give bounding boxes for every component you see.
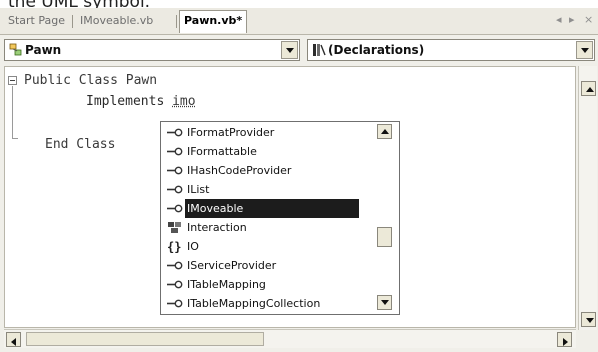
intellisense-popup[interactable]: IFormatProvider IFormattable IHashCodeProv… — [160, 121, 400, 315]
outline-guide-end — [12, 138, 18, 139]
tab-scroll-right-icon[interactable]: ▸ — [569, 13, 575, 26]
code-line-3: End Class — [45, 137, 116, 152]
code-line-1: Public Class Pawn — [24, 73, 158, 88]
method-name-value: (Declarations) — [328, 43, 425, 57]
typed-text: imo — [172, 94, 196, 109]
collapse-region-icon[interactable] — [8, 76, 17, 85]
completion-item[interactable]: IFormatProvider — [161, 123, 369, 142]
editor-vertical-scrollbar[interactable] — [578, 66, 597, 330]
interface-icon — [167, 164, 183, 177]
method-name-combobox[interactable]: (Declarations) — [307, 39, 595, 61]
completion-item-label: Interaction — [187, 221, 247, 234]
close-document-icon[interactable]: × — [584, 13, 593, 26]
tab-separator — [72, 15, 73, 28]
completion-item-label: IFormattable — [187, 145, 257, 158]
scroll-left-button[interactable] — [6, 332, 21, 347]
completion-item[interactable]: IServiceProvider — [161, 256, 369, 275]
code-line-2: Implements imo — [86, 94, 196, 110]
completion-item-label: IHashCodeProvider — [187, 164, 292, 177]
chevron-down-icon[interactable] — [281, 41, 298, 59]
scroll-down-button[interactable] — [581, 312, 596, 327]
interface-icon — [167, 183, 183, 196]
tab-scroll-left-icon[interactable]: ◂ — [556, 13, 562, 26]
completion-item[interactable]: ITableMapping — [161, 275, 369, 294]
scroll-down-button[interactable] — [377, 295, 392, 310]
completion-item-label: IMoveable — [185, 199, 359, 218]
ide-window: Start Page IMoveable.vb Pawn.vb* ◂ ▸ × P… — [0, 8, 598, 352]
interface-icon — [167, 278, 183, 291]
completion-item-label: IServiceProvider — [187, 259, 277, 272]
completion-item[interactable]: {} IO — [161, 237, 369, 256]
completion-item-label: ITableMappingCollection — [187, 297, 321, 310]
editor-horizontal-scrollbar[interactable] — [4, 329, 576, 348]
namespace-icon: {} — [167, 240, 183, 254]
declarations-icon — [313, 44, 326, 56]
scroll-thumb[interactable] — [377, 227, 392, 247]
chevron-down-icon[interactable] — [576, 41, 593, 59]
class-name-combobox[interactable]: Pawn — [4, 39, 300, 61]
completion-item[interactable]: IMoveable — [161, 199, 369, 218]
interface-icon — [167, 259, 183, 272]
tab-separator — [176, 15, 177, 28]
class-name-value: Pawn — [25, 43, 62, 57]
svg-text:{}: {} — [167, 240, 181, 253]
completion-list[interactable]: IFormatProvider IFormattable IHashCodeProv… — [161, 123, 369, 313]
interface-icon — [167, 126, 183, 139]
tab-pawn-vb[interactable]: Pawn.vb* — [179, 10, 248, 33]
interface-icon — [167, 202, 183, 215]
completion-item-label: IFormatProvider — [187, 126, 275, 139]
completion-item[interactable]: IList — [161, 180, 369, 199]
completion-item-label: IO — [187, 240, 199, 253]
completion-item[interactable]: IFormattable — [161, 142, 369, 161]
completion-item-label: ITableMapping — [187, 278, 266, 291]
outline-guide — [12, 86, 13, 138]
interface-icon — [167, 297, 183, 310]
completion-item[interactable]: ITableMappingCollection — [161, 294, 369, 313]
document-tab-strip: Start Page IMoveable.vb Pawn.vb* ◂ ▸ × — [0, 8, 598, 35]
class-icon — [9, 43, 22, 56]
scroll-right-button[interactable] — [557, 332, 572, 347]
horizontal-scroll-thumb[interactable] — [26, 332, 264, 346]
module-icon — [167, 221, 183, 234]
completion-item[interactable]: Interaction — [161, 218, 369, 237]
completion-item[interactable]: IHashCodeProvider — [161, 161, 369, 180]
scroll-up-button[interactable] — [581, 81, 596, 96]
implements-keyword: Implements — [86, 94, 165, 109]
interface-icon — [167, 145, 183, 158]
tab-start-page[interactable]: Start Page — [4, 11, 69, 31]
completion-item-label: IList — [187, 183, 210, 196]
scroll-up-button[interactable] — [377, 124, 392, 139]
completion-scrollbar[interactable] — [369, 123, 397, 313]
tab-imoveable-vb[interactable]: IMoveable.vb — [76, 11, 157, 31]
